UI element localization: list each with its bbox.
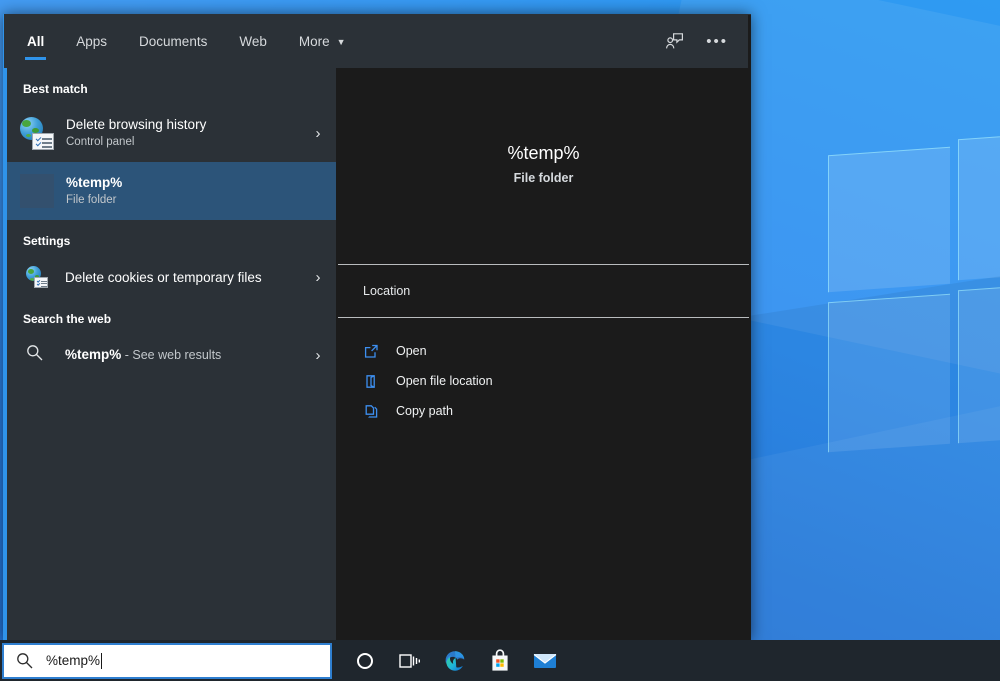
preview-pane: %temp% File folder Location <box>336 14 751 641</box>
chevron-down-icon: ▼ <box>337 38 346 47</box>
windows-logo-pane-bottom-left <box>828 294 950 453</box>
search-input-value: %temp% <box>46 653 100 668</box>
section-header-best-match: Best match <box>7 68 336 104</box>
globe-checklist-icon <box>26 266 48 288</box>
copy-icon <box>360 402 382 420</box>
search-tab-bar: All Apps Documents Web More ▼ <box>4 14 748 68</box>
text-cursor <box>101 653 102 669</box>
result-title: Delete cookies or temporary files <box>65 269 310 286</box>
edge-button[interactable] <box>432 640 477 681</box>
action-label: Open <box>396 344 427 358</box>
cortana-button[interactable] <box>342 640 387 681</box>
result-title: %temp% <box>66 174 310 191</box>
desktop: Best match Delete browsing hist <box>0 0 1000 681</box>
web-suffix-text: - See web results <box>121 348 221 362</box>
result-row-delete-cookies[interactable]: Delete cookies or temporary files › <box>7 256 336 298</box>
preview-title: %temp% <box>507 141 579 165</box>
chevron-right-icon[interactable]: › <box>310 125 326 142</box>
action-label: Open file location <box>396 374 493 388</box>
feedback-person-icon[interactable] <box>665 32 684 51</box>
windows-logo-pane-top-left <box>828 147 950 293</box>
more-options-icon[interactable]: ••• <box>706 33 728 50</box>
search-icon <box>16 652 33 669</box>
tab-web[interactable]: Web <box>237 14 269 68</box>
preview-location-label: Location <box>336 265 751 317</box>
section-header-search-the-web: Search the web <box>7 298 336 334</box>
result-title: %temp% - See web results <box>65 346 310 364</box>
result-subtitle: File folder <box>66 192 310 208</box>
chevron-right-icon[interactable]: › <box>310 269 326 286</box>
tab-bar-actions: ••• <box>665 14 748 68</box>
result-subtitle: Control panel <box>66 134 310 150</box>
open-folder-icon <box>360 372 382 390</box>
search-input[interactable]: %temp% <box>2 643 332 679</box>
blank-folder-thumbnail-icon <box>20 174 54 208</box>
open-external-icon <box>360 342 382 360</box>
globe-checklist-icon <box>20 116 54 150</box>
action-label: Copy path <box>396 404 453 418</box>
tab-all[interactable]: All <box>25 14 46 68</box>
tab-label: Apps <box>76 34 107 49</box>
web-query-text: %temp% <box>65 347 121 362</box>
tab-active-underline <box>25 57 46 60</box>
result-row-web-search[interactable]: %temp% - See web results › <box>7 334 336 376</box>
task-view-button[interactable] <box>387 640 432 681</box>
result-row-delete-browsing-history[interactable]: Delete browsing history Control panel › <box>7 104 336 162</box>
preview-subtitle: File folder <box>514 171 574 185</box>
result-row-temp-folder[interactable]: %temp% File folder <box>7 162 336 220</box>
mail-button[interactable] <box>522 640 567 681</box>
search-flyout: Best match Delete browsing hist <box>3 14 751 641</box>
preview-actions-list: Open Open file location <box>336 318 751 426</box>
action-open-file-location[interactable]: Open file location <box>336 366 751 396</box>
action-open[interactable]: Open <box>336 336 751 366</box>
taskbar-app-icons <box>342 640 567 681</box>
tab-label: Documents <box>139 34 207 49</box>
windows-logo-pane-top-right <box>958 129 1000 280</box>
section-header-settings: Settings <box>7 220 336 256</box>
result-title: Delete browsing history <box>66 116 310 133</box>
tab-label: All <box>27 34 44 49</box>
tab-apps[interactable]: Apps <box>74 14 109 68</box>
tab-more[interactable]: More ▼ <box>297 14 348 68</box>
tab-label: More <box>299 34 330 49</box>
windows-logo-pane-bottom-right <box>958 280 1000 443</box>
preview-header: %temp% File folder <box>336 69 751 264</box>
chevron-right-icon[interactable]: › <box>310 347 326 364</box>
store-button[interactable] <box>477 640 522 681</box>
taskbar: %temp% <box>0 640 1000 681</box>
tab-label: Web <box>239 34 267 49</box>
action-copy-path[interactable]: Copy path <box>336 396 751 426</box>
search-tabs: All Apps Documents Web More ▼ <box>4 14 376 68</box>
tab-documents[interactable]: Documents <box>137 14 209 68</box>
search-results-pane: Best match Delete browsing hist <box>7 14 336 641</box>
search-icon <box>26 344 48 366</box>
